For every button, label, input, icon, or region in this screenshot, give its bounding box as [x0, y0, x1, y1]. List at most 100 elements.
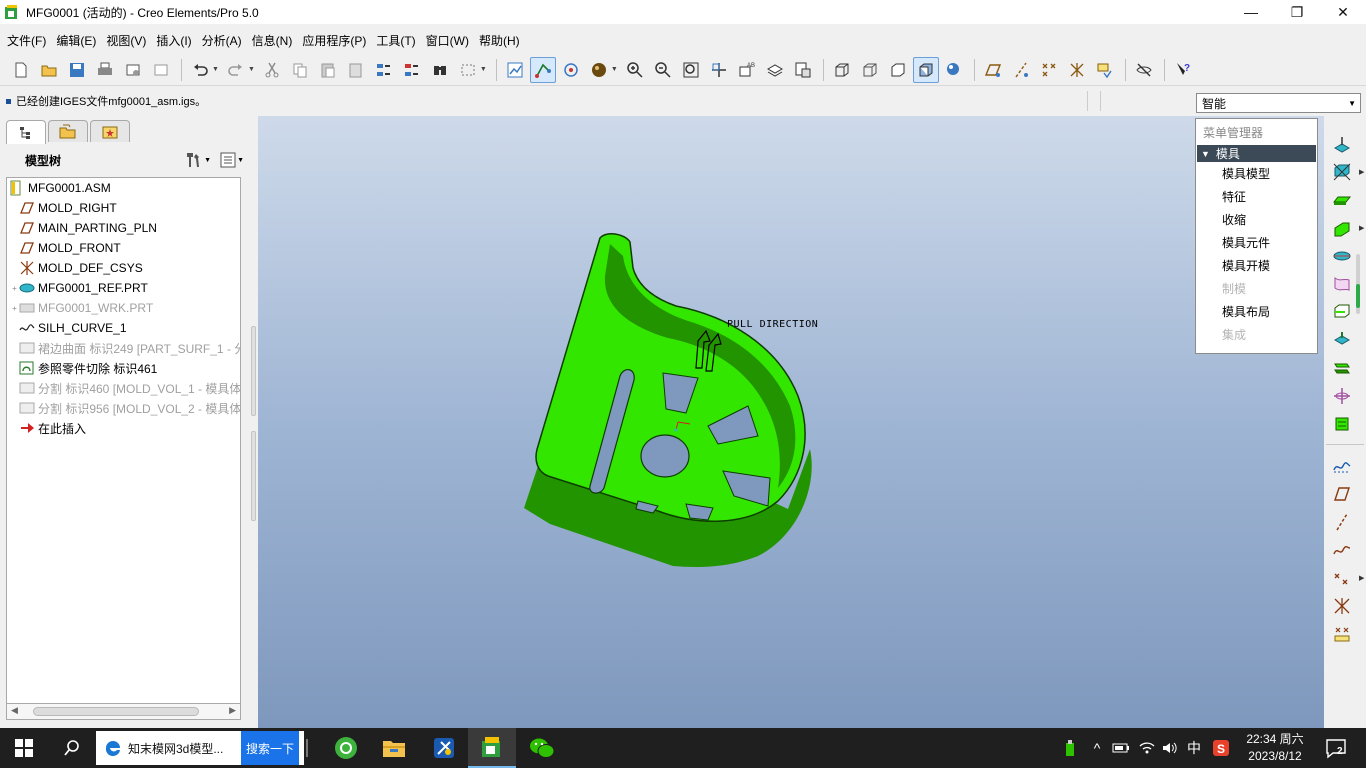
scroll-right-icon[interactable]: ▶ [229, 705, 236, 716]
tree-item-skirt-surface[interactable]: 裙边曲面 标识249 [PART_SURF_1 - 分 [7, 338, 240, 358]
menu-help[interactable]: 帮助(H) [475, 32, 524, 49]
shading-icon[interactable] [912, 56, 939, 83]
paste-icon[interactable] [315, 57, 341, 83]
taskbar-app-explorer[interactable] [370, 728, 418, 768]
tree-horizontal-scrollbar[interactable]: ◀ ▶ [6, 703, 241, 720]
start-button[interactable] [0, 728, 48, 768]
tree-item-asm[interactable]: MFG0001.ASM [7, 178, 240, 198]
menu-window[interactable]: 窗口(W) [422, 32, 473, 49]
parting-surface-icon[interactable] [1329, 272, 1355, 296]
expand-icon[interactable]: + [10, 304, 19, 313]
menu-item-mold-component[interactable]: 模具元件 [1196, 231, 1317, 254]
tree-item-mold-front[interactable]: MOLD_FRONT [7, 238, 240, 258]
appearance-dropdown-icon[interactable]: ▼ [611, 66, 618, 73]
tree-show-button[interactable]: ▼ [219, 151, 244, 169]
hidden-line-icon[interactable] [857, 57, 883, 83]
scroll-thumb[interactable] [1356, 284, 1360, 308]
notification-center-button[interactable]: 2 [1324, 736, 1348, 763]
minimize-button[interactable]: — [1228, 0, 1274, 24]
menu-file[interactable]: 文件(F) [3, 32, 50, 49]
open-folder-icon[interactable] [36, 57, 62, 83]
menu-item-mold-model[interactable]: 模具模型 [1196, 162, 1317, 185]
menu-applications[interactable]: 应用程序(P) [298, 32, 370, 49]
taskbar-app-tool[interactable] [420, 728, 468, 768]
undo-dropdown-icon[interactable]: ▼ [212, 66, 219, 73]
new-file-icon[interactable] [8, 57, 34, 83]
tab-model-tree[interactable] [6, 120, 46, 144]
print-icon[interactable] [92, 57, 118, 83]
workpiece-tool-dropdown-icon[interactable]: ▶ [1359, 168, 1364, 176]
no-hidden-icon[interactable] [885, 57, 911, 83]
tree-item-mold-def-csys[interactable]: MOLD_DEF_CSYS [7, 258, 240, 278]
navigator-splitter[interactable] [249, 116, 258, 728]
datum-axis-tool-icon[interactable] [1329, 510, 1355, 534]
volume-split-icon[interactable] [1329, 356, 1355, 380]
tree-item-ref-prt[interactable]: + MFG0001_REF.PRT [7, 278, 240, 298]
annotation-toggle-icon[interactable] [1092, 57, 1118, 83]
taskbar-app-wechat[interactable] [518, 728, 566, 768]
mold-opening-icon[interactable] [1329, 384, 1355, 408]
datum-planes-toggle-icon[interactable] [980, 57, 1006, 83]
molding-icon[interactable] [1329, 412, 1355, 436]
taskbar-clock[interactable]: 22:34 周六 2023/8/12 [1240, 731, 1310, 765]
menu-analysis[interactable]: 分析(A) [198, 32, 246, 49]
tree-settings-button[interactable]: ▼ [184, 151, 211, 169]
reorient-icon[interactable] [706, 57, 732, 83]
mold-volume-icon[interactable] [1329, 188, 1355, 212]
silhouette-curve-icon[interactable] [1329, 300, 1355, 324]
web-search-button[interactable]: 搜索一下 [241, 731, 299, 765]
layers-icon[interactable] [762, 57, 788, 83]
context-help-icon[interactable]: ? [1170, 57, 1196, 83]
csys-toggle-icon[interactable] [1064, 57, 1090, 83]
skirt-surface-icon[interactable] [1329, 328, 1355, 352]
copy-icon[interactable] [287, 57, 313, 83]
datum-point-dropdown-icon[interactable]: ▶ [1359, 574, 1364, 582]
datum-curve-tool-icon[interactable] [1329, 538, 1355, 562]
tray-sogou-icon[interactable]: S [1208, 728, 1234, 768]
scroll-left-icon[interactable]: ◀ [11, 705, 18, 716]
taskbar-search-button[interactable] [48, 728, 96, 768]
datum-point-tool-icon[interactable] [1329, 566, 1355, 590]
redo-dropdown-icon[interactable]: ▼ [248, 66, 255, 73]
scroll-thumb[interactable] [33, 707, 199, 716]
tray-volume-icon[interactable] [1158, 728, 1182, 768]
tree-item-wrk-prt[interactable]: + MFG0001_WRK.PRT [7, 298, 240, 318]
zoom-in-icon[interactable] [622, 57, 648, 83]
tray-ime-indicator[interactable]: 中 [1182, 728, 1206, 768]
datum-plane-tool-icon[interactable] [1329, 482, 1355, 506]
paste-special-icon[interactable] [343, 57, 369, 83]
split-volume-icon[interactable] [1329, 244, 1355, 268]
expand-icon[interactable]: + [10, 284, 19, 293]
analysis-feature-icon[interactable] [1329, 622, 1355, 646]
menu-item-mold-opening[interactable]: 模具开模 [1196, 254, 1317, 277]
mold-part-model[interactable] [258, 116, 1324, 728]
refit-icon[interactable] [678, 57, 704, 83]
runner-tool-dropdown-icon[interactable]: ▶ [1359, 224, 1364, 232]
redo-icon[interactable] [223, 57, 249, 83]
cut-icon[interactable] [259, 57, 285, 83]
menu-insert[interactable]: 插入(I) [152, 32, 195, 49]
tray-battery-icon[interactable] [1110, 728, 1132, 768]
menu-view[interactable]: 视图(V) [102, 32, 150, 49]
zoom-out-icon[interactable] [650, 57, 676, 83]
tree-item-split-956[interactable]: 分割 标识956 [MOLD_VOL_2 - 模具体 [7, 398, 240, 418]
taskbar-app-360-browser[interactable] [322, 728, 370, 768]
datum-axes-toggle-icon[interactable] [1008, 57, 1034, 83]
right-toolbar-scrollbar[interactable] [1356, 254, 1360, 314]
tray-wifi-icon[interactable] [1136, 728, 1158, 768]
tree-item-insert-here[interactable]: 在此插入 [7, 418, 240, 438]
repaint-icon[interactable] [502, 57, 528, 83]
tab-folder-browser[interactable] [48, 120, 88, 142]
splitter-grip[interactable] [251, 431, 256, 521]
tab-favorites[interactable] [90, 120, 130, 142]
menu-tools[interactable]: 工具(T) [372, 32, 419, 49]
enhanced-realism-icon[interactable] [941, 57, 967, 83]
tree-item-split-460[interactable]: 分割 标识460 [MOLD_VOL_1 - 模具体 [7, 378, 240, 398]
menu-item-mold-layout[interactable]: 模具布局 [1196, 300, 1317, 323]
menu-item-feature[interactable]: 特征 [1196, 185, 1317, 208]
selection-filter-dropdown[interactable]: 智能 ▼ [1196, 93, 1361, 113]
tree-item-silh-curve[interactable]: SILH_CURVE_1 [7, 318, 240, 338]
appearance-sphere-icon[interactable] [586, 57, 612, 83]
selection-box-icon[interactable] [455, 57, 481, 83]
tray-chevron-up-icon[interactable]: ^ [1086, 728, 1108, 768]
